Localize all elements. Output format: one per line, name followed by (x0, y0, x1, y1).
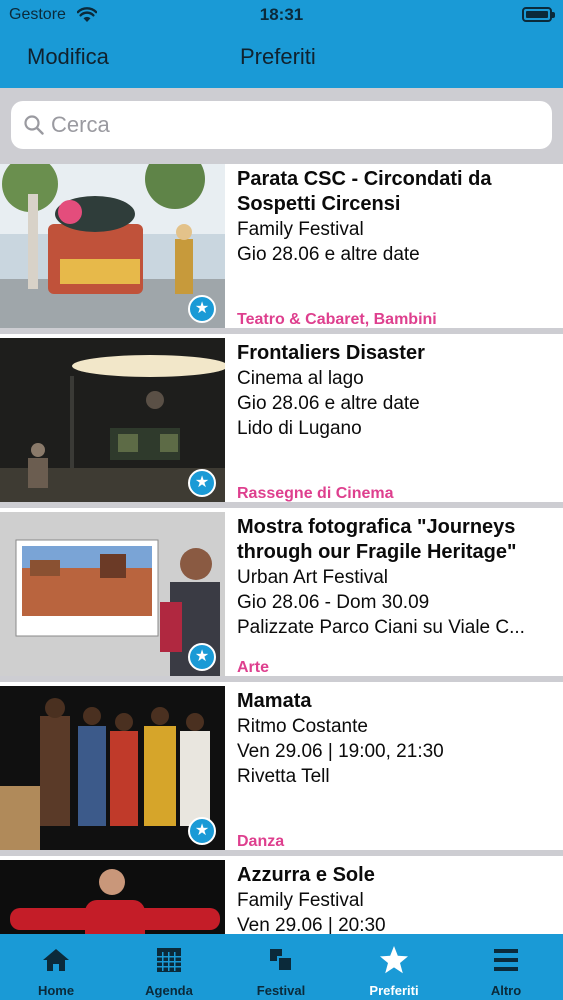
row-separator (0, 850, 563, 856)
event-title: Mostra fotografica "Journeys through our… (237, 516, 517, 563)
tab-altro[interactable]: Altro (450, 934, 562, 1000)
event-row[interactable]: ★ Mamata Ritmo Costante Ven 29.06 | 19:0… (0, 686, 563, 856)
favorite-star-icon[interactable]: ★ (188, 817, 216, 845)
tab-label: Agenda (145, 983, 193, 998)
star-icon (380, 946, 408, 974)
favorite-star-icon[interactable]: ★ (188, 643, 216, 671)
tab-label: Preferiti (369, 983, 419, 998)
festival-squares-icon (270, 949, 293, 972)
event-row[interactable]: ★ Mostra fotografica "Journeys through o… (0, 512, 563, 682)
home-icon (43, 949, 69, 971)
menu-icon (494, 949, 518, 971)
search-icon (24, 115, 44, 135)
page-title: Preferiti (240, 44, 316, 69)
event-category: Rassegne di Cinema (237, 485, 394, 502)
event-category: Arte (237, 659, 270, 676)
event-date: Ven 29.06 | 19:00, 21:30 (237, 741, 444, 762)
event-info: Mostra fotografica "Journeys through our… (237, 515, 557, 640)
favorite-star-icon[interactable]: ★ (188, 469, 216, 497)
event-date: Ven 29.06 | 20:30 (237, 915, 386, 934)
tab-label: Altro (490, 983, 522, 998)
tab-agenda[interactable]: Agenda (113, 934, 225, 1000)
event-row[interactable]: ★ Frontaliers Disaster Cinema al lago Gi… (0, 338, 563, 508)
event-title: Mamata (237, 690, 312, 712)
tab-preferiti[interactable]: Preferiti (338, 934, 450, 1000)
tab-bar: Home Agenda Festival Preferiti Altro (0, 934, 563, 1000)
status-bar: Gestore 18:31 (0, 0, 563, 30)
event-location: Lido di Lugano (237, 418, 362, 439)
event-thumbnail (0, 860, 225, 934)
event-thumbnail: ★ (0, 512, 225, 680)
event-location: Palizzate Parco Ciani su Viale C... (237, 617, 525, 638)
tab-home[interactable]: Home (0, 934, 112, 1000)
favorite-star-icon[interactable]: ★ (188, 295, 216, 323)
event-date: Gio 28.06 - Dom 30.09 (237, 592, 430, 613)
event-category: Teatro & Cabaret, Bambini (237, 311, 437, 328)
event-thumbnail: ★ (0, 164, 225, 332)
search-field[interactable] (11, 101, 552, 149)
event-festival: Urban Art Festival (237, 567, 388, 588)
row-separator (0, 328, 563, 334)
event-thumbnail: ★ (0, 338, 225, 506)
clock: 18:31 (259, 5, 304, 24)
event-festival: Family Festival (237, 219, 364, 240)
battery-icon (522, 7, 555, 22)
event-festival: Family Festival (237, 890, 364, 911)
event-row[interactable]: ★ Parata CSC - Circondati da Sospetti Ci… (0, 164, 563, 334)
event-festival: Ritmo Costante (237, 716, 368, 737)
event-date: Gio 28.06 e altre date (237, 393, 420, 414)
event-info: Mamata Ritmo Costante Ven 29.06 | 19:00,… (237, 689, 557, 789)
row-separator (0, 502, 563, 508)
tab-label: Festival (256, 983, 306, 998)
event-thumbnail: ★ (0, 686, 225, 854)
edit-button[interactable]: Modifica (27, 44, 109, 70)
event-info: Parata CSC - Circondati da Sospetti Circ… (237, 167, 557, 267)
event-title: Frontaliers Disaster (237, 342, 425, 364)
tab-label: Home (37, 983, 75, 998)
row-separator (0, 676, 563, 682)
event-festival: Cinema al lago (237, 368, 364, 389)
event-info: Frontaliers Disaster Cinema al lago Gio … (237, 341, 557, 441)
search-bar (0, 88, 563, 164)
event-list: ★ Parata CSC - Circondati da Sospetti Ci… (0, 164, 563, 934)
event-date: Gio 28.06 e altre date (237, 244, 420, 265)
event-location: Rivetta Tell (237, 766, 330, 787)
event-row[interactable]: Azzurra e Sole Family Festival Ven 29.06… (0, 860, 563, 934)
event-info: Azzurra e Sole Family Festival Ven 29.06… (237, 863, 557, 934)
event-category: Danza (237, 833, 285, 850)
calendar-grid-icon (157, 948, 181, 972)
search-input[interactable] (51, 109, 531, 141)
event-title: Parata CSC - Circondati da Sospetti Circ… (237, 168, 492, 215)
event-title: Azzurra e Sole (237, 864, 375, 886)
tab-festival[interactable]: Festival (225, 934, 337, 1000)
header: Gestore 18:31 Modifica Preferiti (0, 0, 563, 88)
